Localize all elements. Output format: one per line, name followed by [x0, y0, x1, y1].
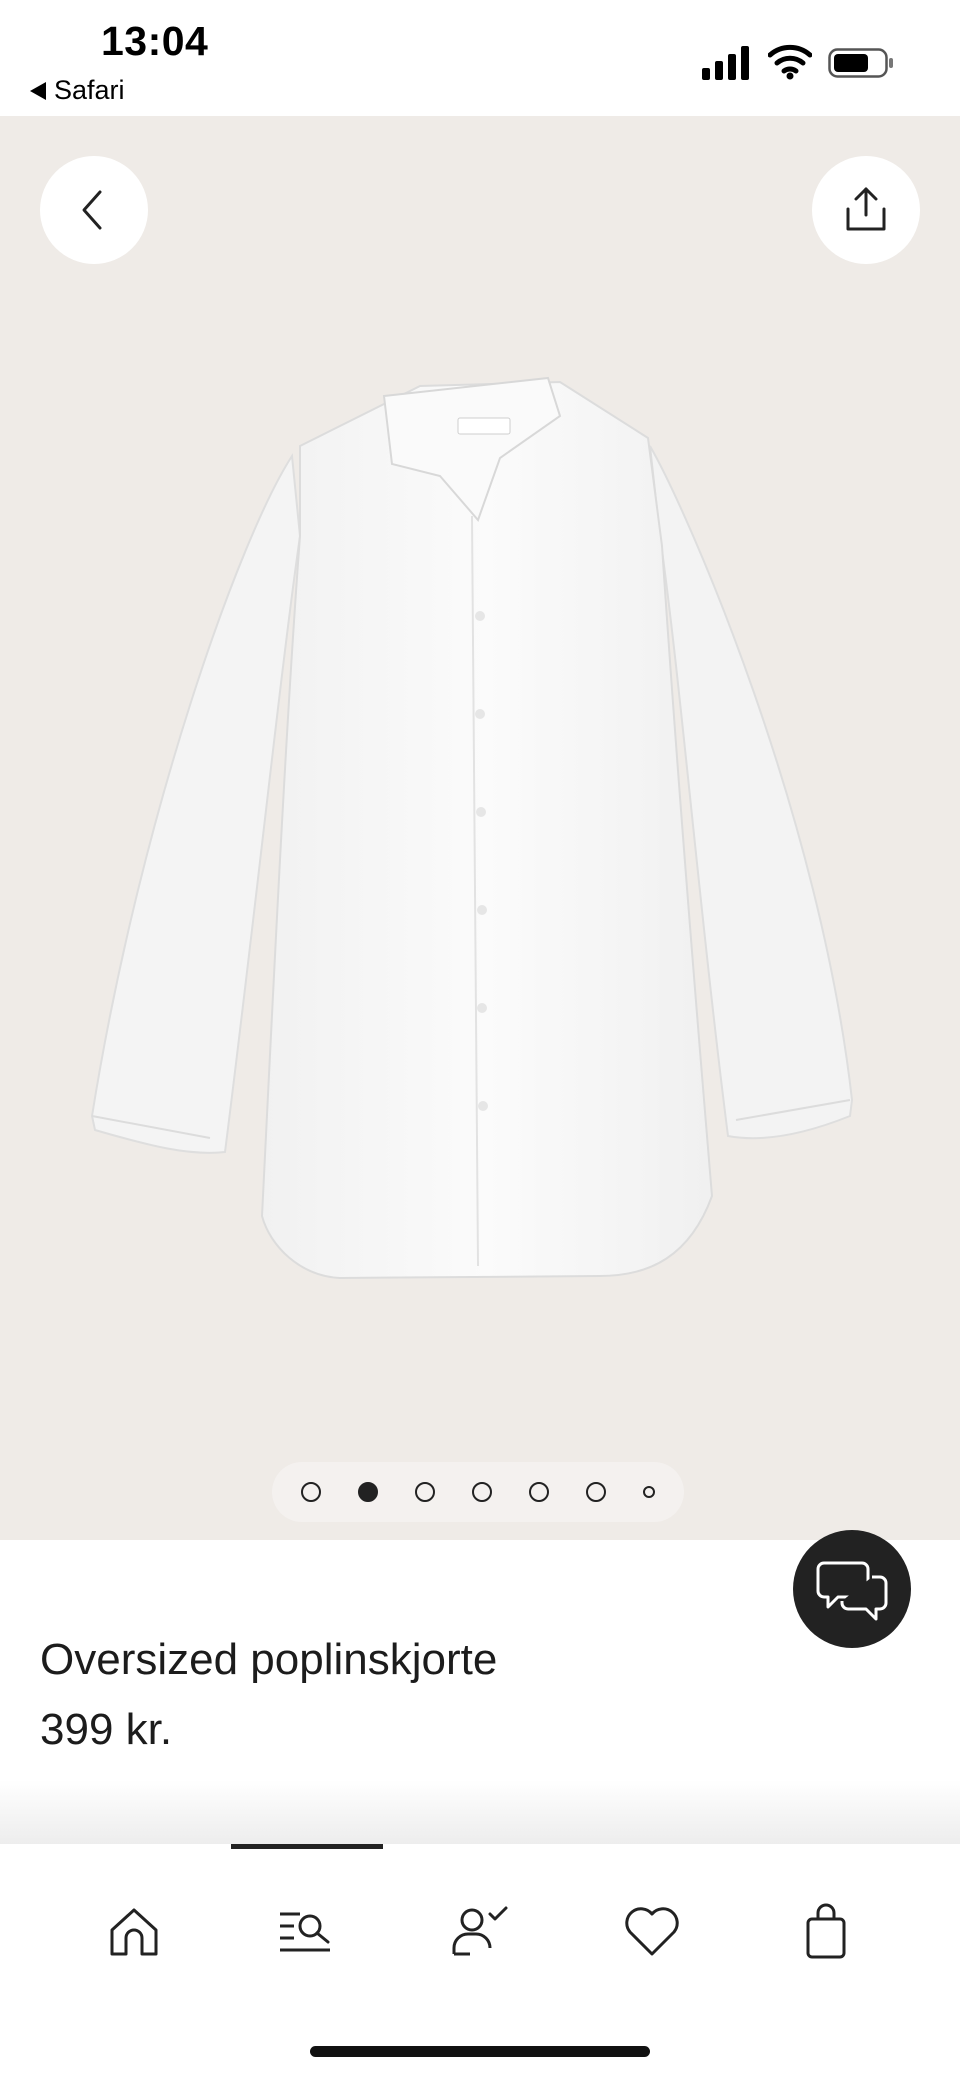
gallery-dot-1[interactable]: [300, 1482, 321, 1502]
gallery-pagination-dots: [272, 1462, 684, 1522]
active-tab-indicator: [231, 1844, 383, 1849]
gallery-dot-4[interactable]: [471, 1482, 492, 1502]
gallery-dot-5[interactable]: [529, 1482, 550, 1502]
chat-bubbles-icon: [816, 1561, 888, 1621]
product-image-white-shirt: [90, 376, 854, 1280]
status-time: 13:04: [101, 18, 209, 64]
back-triangle-icon: [30, 81, 46, 100]
gallery-dot-7[interactable]: [643, 1486, 656, 1498]
tab-favorites[interactable]: [612, 1892, 692, 1972]
cellular-signal-icon: [702, 46, 749, 80]
tab-search[interactable]: [266, 1892, 346, 1972]
chat-button[interactable]: [793, 1530, 911, 1648]
home-indicator[interactable]: [310, 2046, 650, 2057]
tab-bag[interactable]: [786, 1892, 866, 1972]
search-menu-icon: [280, 1912, 330, 1952]
gallery-dot-3[interactable]: [414, 1482, 435, 1502]
tab-home[interactable]: [94, 1892, 174, 1972]
tab-account[interactable]: [440, 1892, 520, 1972]
share-icon: [846, 187, 886, 231]
back-to-safari-link[interactable]: Safari: [30, 75, 125, 106]
product-name: Oversized poplinskjorte: [40, 1635, 498, 1684]
product-price: 399 kr.: [40, 1705, 173, 1754]
home-icon: [110, 1908, 158, 1956]
account-icon: [452, 1906, 508, 1956]
favorites-icon: [625, 1907, 679, 1956]
product-image-gallery[interactable]: [0, 116, 960, 1540]
chevron-left-icon: [82, 190, 102, 230]
back-app-label: Safari: [54, 75, 125, 105]
content-fade: [0, 1780, 960, 1844]
bag-icon: [806, 1903, 846, 1959]
bottom-tab-bar: [0, 1844, 960, 2078]
wifi-icon: [768, 44, 812, 80]
gallery-dot-2-active[interactable]: [357, 1482, 378, 1502]
status-bar: 13:04 Safari: [0, 0, 960, 116]
back-button[interactable]: [40, 156, 148, 264]
share-button[interactable]: [812, 156, 920, 264]
gallery-dot-6[interactable]: [586, 1482, 607, 1502]
battery-icon: [828, 48, 893, 78]
